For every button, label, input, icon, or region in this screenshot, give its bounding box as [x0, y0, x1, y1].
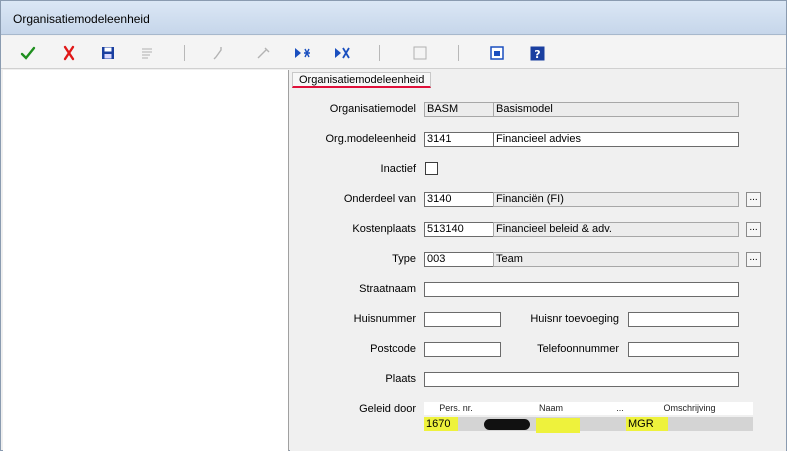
type-label: Type — [392, 253, 416, 265]
save-icon[interactable] — [98, 43, 118, 63]
huisnr-toevoeging-label: Huisnr toevoeging — [530, 313, 619, 325]
pers-nr-cell[interactable]: 1670 — [424, 417, 458, 431]
geleid-door-label: Geleid door — [359, 403, 416, 415]
help-icon[interactable]: ? — [527, 43, 547, 63]
pen-icon — [253, 43, 273, 63]
kostenplaats-code-field[interactable]: 513140 — [424, 222, 494, 237]
organisatiemodel-label: Organisatiemodel — [329, 103, 416, 115]
cancel-icon[interactable] — [59, 43, 79, 63]
key-icon — [209, 43, 229, 63]
check-icon[interactable] — [18, 43, 38, 63]
huisnr-toevoeging-field[interactable] — [628, 312, 739, 327]
type-code-field[interactable]: 003 — [424, 252, 494, 267]
plaats-label: Plaats — [385, 373, 416, 385]
organisatiemodel-code-field: BASM — [424, 102, 494, 117]
inactief-label: Inactief — [380, 163, 416, 175]
straatnaam-field[interactable] — [424, 282, 739, 297]
svg-text:?: ? — [534, 48, 540, 61]
onderdeel-van-lookup-button[interactable]: ... — [746, 192, 761, 207]
omschrijving-cell[interactable]: MGR — [626, 417, 668, 431]
column-header-omschrijving[interactable]: Omschrijving — [626, 402, 753, 415]
type-lookup-button[interactable]: ... — [746, 252, 761, 267]
window-title: Organisatiemodeleenheid — [13, 12, 150, 26]
column-header-pers-nr[interactable]: Pers. nr. — [424, 402, 488, 415]
onderdeel-van-name-field: Financiën (FI) — [493, 192, 739, 207]
type-name-field: Team — [493, 252, 739, 267]
application-window: Organisatiemodeleenheid ? Organisatiemod… — [0, 0, 787, 451]
postcode-label: Postcode — [370, 343, 416, 355]
inactief-checkbox[interactable] — [425, 162, 438, 175]
list-icon — [137, 43, 157, 63]
delete-row-icon[interactable] — [332, 43, 352, 63]
huisnummer-label: Huisnummer — [353, 313, 416, 325]
plaats-field[interactable] — [424, 372, 739, 387]
column-header-lookup[interactable]: ... — [614, 402, 626, 415]
title-bar: Organisatiemodeleenheid — [1, 1, 786, 35]
naam-cell[interactable] — [536, 418, 580, 433]
onderdeel-van-label: Onderdeel van — [343, 193, 416, 205]
postcode-field[interactable] — [424, 342, 501, 357]
table-row[interactable]: 1670 MGR — [424, 417, 753, 433]
kostenplaats-lookup-button[interactable]: ... — [746, 222, 761, 237]
insert-row-icon[interactable] — [292, 43, 312, 63]
kostenplaats-label: Kostenplaats — [352, 223, 416, 235]
kostenplaats-name-field: Financieel beleid & adv. — [493, 222, 739, 237]
straatnaam-label: Straatnaam — [359, 283, 416, 295]
org-modeleenheid-label: Org.modeleenheid — [325, 133, 416, 145]
tree-pane[interactable] — [3, 70, 289, 451]
toolbar-separator — [184, 45, 185, 61]
telefoonnummer-field[interactable] — [628, 342, 739, 357]
window-icon[interactable] — [487, 43, 507, 63]
tab-organisatiemodeleenheid[interactable]: Organisatiemodeleenheid — [292, 72, 432, 88]
organisatiemodel-name-field: Basismodel — [493, 102, 739, 117]
toolbar-separator — [379, 45, 380, 61]
redacted-mark — [484, 419, 530, 430]
column-header-naam[interactable]: Naam — [488, 402, 614, 415]
blank-icon — [410, 43, 430, 63]
onderdeel-van-code-field[interactable]: 3140 — [424, 192, 494, 207]
toolbar-separator — [458, 45, 459, 61]
org-modeleenheid-name-field[interactable]: Financieel advies — [493, 132, 739, 147]
org-modeleenheid-code-field[interactable]: 3141 — [424, 132, 494, 147]
toolbar: ? — [1, 36, 786, 69]
huisnummer-field[interactable] — [424, 312, 501, 327]
telefoonnummer-label: Telefoonnummer — [537, 343, 619, 355]
detail-pane: Organisatiemodeleenheid Organisatiemodel… — [290, 70, 786, 451]
